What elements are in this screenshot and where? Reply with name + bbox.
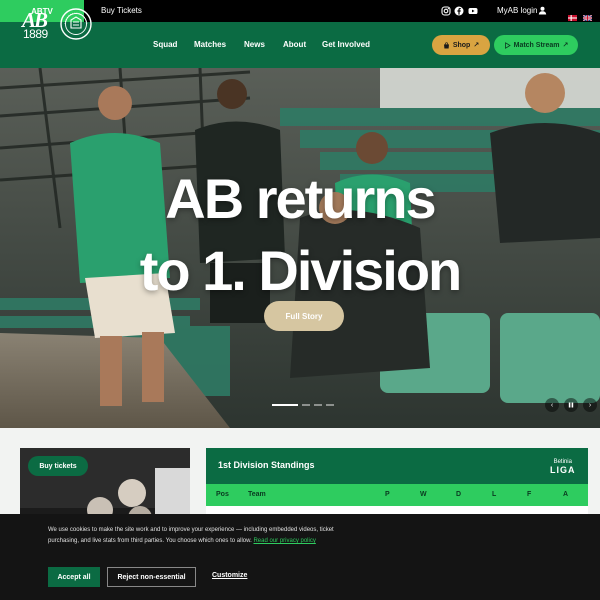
hero-title-line1: AB returns [165, 167, 436, 230]
col-drawn: D [456, 491, 462, 498]
col-played: P [385, 491, 390, 498]
nav-get-involved[interactable]: Get Involved [322, 22, 370, 68]
myab-login-label: MyAB login [497, 6, 538, 15]
buy-tickets-button[interactable]: Buy tickets [28, 456, 88, 476]
accept-all-button[interactable]: Accept all [48, 567, 100, 587]
nav-squad[interactable]: Squad [153, 22, 177, 68]
full-story-button[interactable]: Full Story [264, 301, 344, 331]
cookie-message: We use cookies to make the site work and… [48, 525, 348, 547]
col-lost: L [492, 491, 497, 498]
logo-year: 1889 [23, 27, 48, 41]
standings-title: 1st Division Standings [218, 460, 315, 470]
shop-button[interactable]: Shop ↗ [432, 35, 490, 55]
pause-button[interactable] [564, 398, 578, 412]
customize-button[interactable]: Customize [212, 572, 247, 579]
shop-label: Shop [452, 41, 471, 49]
crest-icon[interactable] [60, 8, 92, 40]
bag-icon [443, 41, 449, 48]
col-team: Team [248, 491, 266, 498]
user-icon[interactable] [537, 5, 548, 16]
col-against: A [563, 491, 569, 498]
reject-non-essential-button[interactable]: Reject non-essential [107, 567, 196, 587]
arrow-up-right-icon: ↗ [473, 42, 480, 49]
match-stream-button[interactable]: Match Stream ↗ [494, 35, 578, 55]
carousel-dot-3[interactable] [314, 404, 322, 406]
betinia-liga-logo: Betinia LIGA [550, 458, 576, 475]
carousel-indicators [272, 404, 336, 408]
privacy-policy-link[interactable]: Read our privacy policy [253, 538, 315, 544]
facebook-icon[interactable] [453, 5, 464, 16]
myab-login-link[interactable]: MyAB login [497, 0, 537, 22]
play-icon [504, 41, 511, 49]
youtube-icon[interactable] [467, 5, 478, 16]
match-stream-label: Match Stream [513, 41, 560, 49]
col-won: W [420, 491, 427, 498]
hero-banner: AB returns to 1. Division Full Story ‹ › [0, 68, 600, 428]
arrow-up-right-icon: ↗ [562, 42, 569, 49]
pause-icon [568, 402, 574, 408]
col-pos: Pos [216, 491, 229, 498]
sponsor-line2: LIGA [550, 465, 576, 475]
danish-flag-icon[interactable] [568, 8, 577, 21]
english-flag-icon[interactable] [582, 8, 593, 22]
nav-about[interactable]: About [283, 22, 306, 68]
club-logo[interactable]: AB 1889 [22, 8, 58, 41]
prev-slide-button[interactable]: ‹ [545, 398, 559, 412]
hero-title-line2: to 1. Division [139, 239, 463, 302]
instagram-icon[interactable] [440, 5, 451, 16]
col-for: F [527, 491, 532, 498]
buy-tickets-link[interactable]: Buy Tickets [101, 0, 142, 22]
chevron-right-icon: › [588, 401, 592, 409]
nav-news[interactable]: News [244, 22, 265, 68]
chevron-left-icon: ‹ [550, 401, 554, 409]
carousel-dot-1[interactable] [272, 404, 298, 406]
carousel-dot-2[interactable] [302, 404, 310, 406]
carousel-dot-4[interactable] [326, 404, 334, 406]
next-slide-button[interactable]: › [583, 398, 597, 412]
nav-matches[interactable]: Matches [194, 22, 226, 68]
